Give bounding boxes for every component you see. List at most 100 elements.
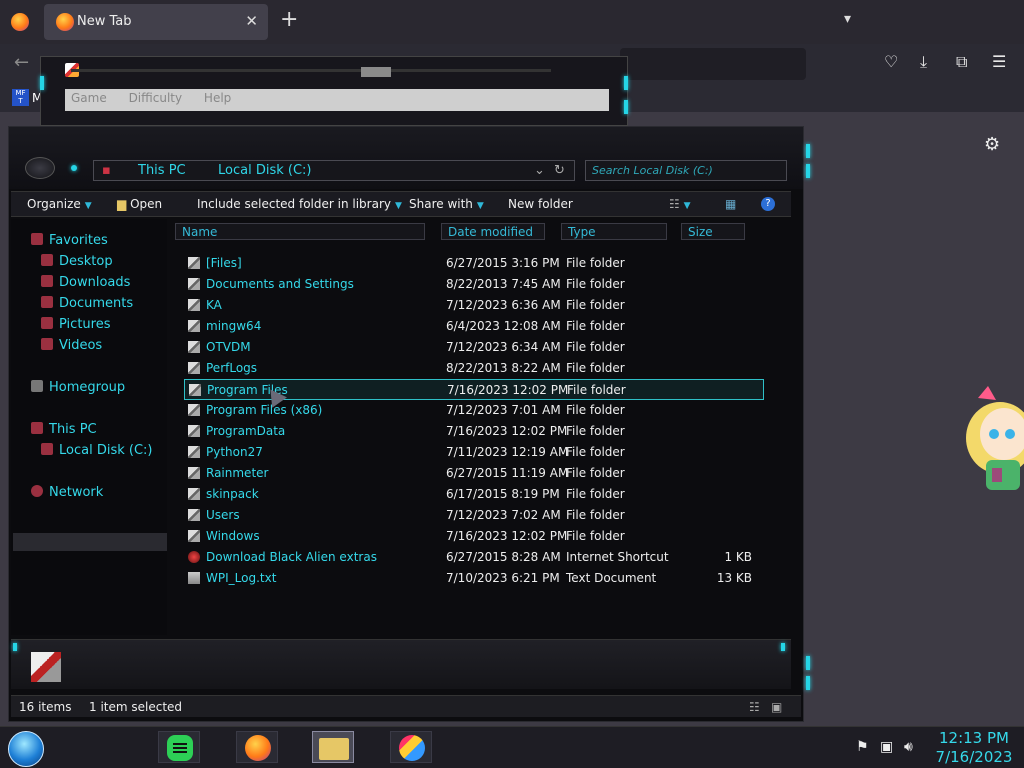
file-row[interactable]: WPI_Log.txt 7/10/2023 6:21 PM Text Documen… <box>184 568 764 589</box>
paint-app-icon <box>399 735 425 761</box>
nav-pictures[interactable]: Pictures <box>41 317 110 332</box>
firefox-icon[interactable] <box>11 13 29 31</box>
volume-icon[interactable]: 🔊︎ <box>904 739 913 755</box>
file-row[interactable]: Documents and Settings 8/22/2013 7:45 AM F… <box>184 274 764 295</box>
share-with-button[interactable]: Share with ▼ <box>409 197 484 211</box>
list-tabs-chevron-icon[interactable]: ▾ <box>844 11 851 27</box>
new-folder-button[interactable]: New folder <box>508 197 573 211</box>
view-options-icon[interactable]: ☷ ▼ <box>669 197 691 211</box>
open-button[interactable]: ▆ Open <box>117 197 162 211</box>
nav-favorites[interactable]: Favorites <box>31 233 108 248</box>
file-row[interactable]: Rainmeter 6/27/2015 11:19 AM File folder <box>184 463 764 484</box>
file-date: 6/27/2015 3:16 PM <box>446 256 560 270</box>
menu-hamburger-icon[interactable]: ☰ <box>992 52 1006 71</box>
nav-this-pc[interactable]: This PC <box>31 422 97 437</box>
folder-icon <box>188 509 200 521</box>
led-decoration <box>624 76 628 90</box>
url-bar[interactable] <box>620 48 806 80</box>
taskbar-app-green[interactable] <box>158 731 200 763</box>
file-date: 6/4/2023 12:08 AM <box>446 319 561 333</box>
extensions-icon[interactable]: ⧉ <box>956 52 967 72</box>
file-row[interactable]: mingw64 6/4/2023 12:08 AM File folder <box>184 316 764 337</box>
led-decoration <box>781 643 785 651</box>
file-row[interactable]: Windows 7/16/2023 12:02 PM File folder <box>184 526 764 547</box>
file-type: Text Document <box>566 571 657 585</box>
search-input[interactable]: Search Local Disk (C:) <box>585 160 787 181</box>
back-arrow-icon[interactable]: ← <box>14 52 29 73</box>
nav-downloads[interactable]: Downloads <box>41 275 130 290</box>
column-size[interactable]: Size <box>681 223 745 240</box>
file-row[interactable]: KA 7/12/2023 6:36 AM File folder <box>184 295 764 316</box>
system-clock[interactable]: 12:13 PM 7/16/2023 <box>934 729 1014 767</box>
details-view-icon[interactable]: ☷ <box>749 700 760 714</box>
column-name[interactable]: Name <box>175 223 425 240</box>
file-row[interactable]: [Files] 6/27/2015 3:16 PM File folder <box>184 253 764 274</box>
status-bar: 16 items 1 item selected ☷ ▣ <box>11 695 801 717</box>
new-tab-button[interactable]: + <box>280 8 298 32</box>
file-row[interactable]: Users 7/12/2023 7:02 AM File folder <box>184 505 764 526</box>
nav-network[interactable]: Network <box>31 485 103 500</box>
downloads-icon[interactable]: ⤓ <box>920 52 927 72</box>
pictures-icon <box>41 317 53 329</box>
menu-game[interactable]: Game <box>71 91 107 105</box>
gear-icon[interactable]: ⚙ <box>984 134 1000 155</box>
text-document-icon <box>188 572 200 584</box>
file-row[interactable]: OTVDM 7/12/2023 6:34 AM File folder <box>184 337 764 358</box>
include-in-library-button[interactable]: Include selected folder in library ▼ <box>197 197 402 211</box>
nav-local-disk[interactable]: Local Disk (C:) <box>41 443 152 458</box>
led-decoration <box>806 676 810 690</box>
help-icon[interactable]: ? <box>761 197 775 211</box>
breadcrumb-local-disk[interactable]: Local Disk (C:) <box>218 163 311 178</box>
column-date-modified[interactable]: Date modified <box>441 223 545 240</box>
cartoon-character-image <box>966 386 1024 490</box>
close-tab-icon[interactable]: ✕ <box>245 12 258 30</box>
organize-label: Organize <box>27 197 81 211</box>
led-decoration <box>71 165 77 171</box>
pocket-icon[interactable]: ♡ <box>884 52 898 71</box>
taskbar-app-paint[interactable] <box>390 731 432 763</box>
tab-new-tab[interactable]: New Tab ✕ <box>44 4 268 40</box>
nav-pictures-label: Pictures <box>59 317 111 332</box>
refresh-icon[interactable]: ↻ <box>554 163 565 178</box>
organize-button[interactable]: Organize ▼ <box>27 197 92 211</box>
file-row[interactable]: skinpack 6/17/2015 8:19 PM File folder <box>184 484 764 505</box>
nav-documents[interactable]: Documents <box>41 296 133 311</box>
mt-bookmark-icon[interactable]: MF T <box>12 89 29 106</box>
file-name: WPI_Log.txt <box>206 571 277 585</box>
flag-icon[interactable]: ⚑ <box>856 739 869 755</box>
start-button[interactable] <box>8 731 44 767</box>
menu-help[interactable]: Help <box>204 91 231 105</box>
homegroup-icon <box>31 380 43 392</box>
nav-homegroup[interactable]: Homegroup <box>31 380 125 395</box>
column-headers: Name Date modified Type Size <box>169 223 793 241</box>
chevron-down-icon[interactable]: ⌄ <box>534 163 545 178</box>
background-game-window[interactable]: Game Difficulty Help <box>40 56 628 126</box>
nav-videos[interactable]: Videos <box>41 338 102 353</box>
file-row[interactable]: PerfLogs 8/22/2013 8:22 AM File folder <box>184 358 764 379</box>
nav-desktop[interactable]: Desktop <box>41 254 113 269</box>
file-row[interactable]: Python27 7/11/2023 12:19 AM File folder <box>184 442 764 463</box>
led-decoration <box>806 144 810 158</box>
file-date: 7/12/2023 7:02 AM <box>446 508 561 522</box>
menu-difficulty[interactable]: Difficulty <box>129 91 183 105</box>
led-decoration <box>40 76 44 90</box>
drive-icon <box>41 443 53 455</box>
file-row[interactable]: ProgramData 7/16/2023 12:02 PM File folder <box>184 421 764 442</box>
taskbar-app-explorer[interactable] <box>312 731 354 763</box>
preview-pane-icon[interactable]: ▦ <box>725 197 736 211</box>
network-tray-icon[interactable]: ▣ <box>880 739 893 755</box>
nav-documents-label: Documents <box>59 296 134 311</box>
file-row[interactable]: Download Black Alien extras 6/27/2015 8:2… <box>184 547 764 568</box>
back-forward-orb[interactable] <box>25 157 55 179</box>
file-name: Program Files (x86) <box>206 403 323 417</box>
file-name: OTVDM <box>206 340 251 354</box>
file-date: 6/27/2015 8:28 AM <box>446 550 561 564</box>
taskbar-app-firefox[interactable] <box>236 731 278 763</box>
column-type[interactable]: Type <box>561 223 667 240</box>
nav-downloads-label: Downloads <box>59 275 131 290</box>
nav-favorites-label: Favorites <box>49 233 108 248</box>
breadcrumb-this-pc[interactable]: This PC <box>138 163 186 178</box>
file-name: Users <box>206 508 240 522</box>
address-bar[interactable]: ▪ This PC Local Disk (C:) ⌄ ↻ <box>93 160 575 181</box>
large-icons-view-icon[interactable]: ▣ <box>771 700 782 714</box>
